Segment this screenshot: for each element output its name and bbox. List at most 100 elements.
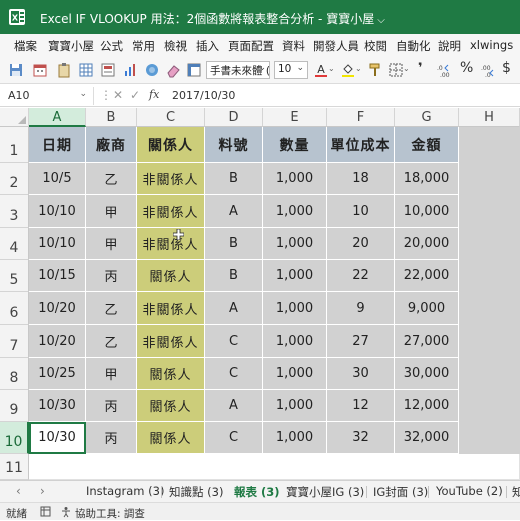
borders-icon[interactable] xyxy=(388,62,404,78)
cell-amount[interactable]: 20,000 xyxy=(395,228,459,260)
header-cell-vendor[interactable]: 廠商 xyxy=(86,127,137,163)
cell-vendor[interactable]: 甲 xyxy=(86,195,137,228)
format-cells-icon[interactable] xyxy=(100,62,116,78)
sheet-tab-ig-cover[interactable]: IG封面 (3) xyxy=(373,484,428,500)
fill-color-icon[interactable] xyxy=(340,62,356,78)
row-header-3[interactable]: 3 xyxy=(0,195,29,228)
cell-quantity[interactable]: 1,000 xyxy=(263,325,327,358)
header-cell-amount[interactable]: 金額 xyxy=(395,127,459,163)
cell-vendor[interactable]: 丙 xyxy=(86,390,137,422)
cancel-icon[interactable]: ✕ xyxy=(113,88,123,102)
cell-part-no[interactable]: B xyxy=(205,260,263,292)
next-sheet-icon[interactable]: › xyxy=(40,484,45,498)
sheet-tab-babyhouse-ig[interactable]: 寶寶小屋IG (3) xyxy=(286,484,364,500)
cell-quantity[interactable]: 1,000 xyxy=(263,422,327,454)
header-cell-related-party[interactable]: 關係人 xyxy=(137,127,205,163)
header-cell-part-no[interactable]: 料號 xyxy=(205,127,263,163)
table-icon[interactable] xyxy=(78,62,94,78)
cell-amount[interactable]: 18,000 xyxy=(395,163,459,195)
row-header-4[interactable]: 4 xyxy=(0,228,29,260)
cell-unit-cost[interactable]: 10 xyxy=(327,195,395,228)
increase-decimal-icon[interactable]: .0.00 xyxy=(436,62,452,78)
cell-part-no[interactable]: C xyxy=(205,358,263,390)
header-cell-unit-cost[interactable]: 單位成本 xyxy=(327,127,395,163)
cell-vendor[interactable]: 乙 xyxy=(86,325,137,358)
clipboard-icon[interactable] xyxy=(56,62,72,78)
cell-vendor[interactable]: 乙 xyxy=(86,163,137,195)
cell-vendor[interactable]: 乙 xyxy=(86,292,137,325)
cell-quantity[interactable]: 1,000 xyxy=(263,163,327,195)
cell-part-no[interactable]: A xyxy=(205,195,263,228)
percent-icon[interactable]: % xyxy=(460,60,473,76)
borders-dropdown-icon[interactable]: ⌄ xyxy=(403,64,410,73)
save-icon[interactable] xyxy=(8,62,24,78)
insert-function-button[interactable]: fx xyxy=(149,88,159,101)
column-header-d[interactable]: D xyxy=(205,108,263,127)
cell-related-party[interactable]: 關係人 xyxy=(137,422,205,454)
cell-amount[interactable]: 32,000 xyxy=(395,422,459,454)
column-h-fill[interactable] xyxy=(459,127,520,454)
cell-date[interactable]: 10/30 xyxy=(29,422,86,454)
comma-style-icon[interactable]: ❜ xyxy=(418,61,423,76)
cell-related-party[interactable]: 非關係人 xyxy=(137,292,205,325)
menu-automate[interactable]: 自動化 xyxy=(396,38,431,54)
cell-date[interactable]: 10/20 xyxy=(29,292,86,325)
cell-related-party[interactable]: 關係人 xyxy=(137,358,205,390)
cell-vendor[interactable]: 甲 xyxy=(86,228,137,260)
column-header-c[interactable]: C xyxy=(137,108,205,127)
menu-home[interactable]: 常用 xyxy=(132,38,155,54)
font-color-dropdown-icon[interactable]: ⌄ xyxy=(328,64,335,73)
cell-vendor[interactable]: 丙 xyxy=(86,260,137,292)
cell-part-no[interactable]: C xyxy=(205,422,263,454)
cell-quantity[interactable]: 1,000 xyxy=(263,292,327,325)
row-header-8[interactable]: 8 xyxy=(0,358,29,390)
cell-unit-cost[interactable]: 30 xyxy=(327,358,395,390)
accessibility-status[interactable]: 協助工具: 調查 xyxy=(75,506,145,521)
cell-unit-cost[interactable]: 32 xyxy=(327,422,395,454)
cell-date[interactable]: 10/10 xyxy=(29,195,86,228)
prev-sheet-icon[interactable]: ‹ xyxy=(16,484,21,498)
menu-babyhouse[interactable]: 寶寶小屋 xyxy=(48,38,94,54)
name-box[interactable]: A10 ⌄ xyxy=(4,87,94,105)
cell-amount[interactable]: 12,000 xyxy=(395,390,459,422)
sheet-tab-overflow[interactable]: 知 xyxy=(512,484,520,500)
cell-unit-cost[interactable]: 20 xyxy=(327,228,395,260)
chevron-down-icon[interactable]: ⌵ xyxy=(377,15,385,26)
menu-view[interactable]: 檢視 xyxy=(164,38,187,54)
menu-data[interactable]: 資料 xyxy=(282,38,305,54)
cell-quantity[interactable]: 1,000 xyxy=(263,228,327,260)
pivot-icon[interactable] xyxy=(186,62,202,78)
menu-help[interactable]: 說明 xyxy=(438,38,461,54)
cell-unit-cost[interactable]: 9 xyxy=(327,292,395,325)
cell-amount[interactable]: 22,000 xyxy=(395,260,459,292)
cell-quantity[interactable]: 1,000 xyxy=(263,390,327,422)
row-header-6[interactable]: 6 xyxy=(0,292,29,325)
menu-developer[interactable]: 開發人員 xyxy=(313,38,359,54)
row-header-9[interactable]: 9 xyxy=(0,390,29,422)
column-header-h[interactable]: H xyxy=(459,108,520,127)
cell-related-party[interactable]: 非關係人 xyxy=(137,228,205,260)
shape-circle-icon[interactable] xyxy=(144,62,160,78)
fill-color-dropdown-icon[interactable]: ⌄ xyxy=(355,64,362,73)
empty-row-11[interactable] xyxy=(29,454,520,480)
cell-part-no[interactable]: A xyxy=(205,292,263,325)
cell-unit-cost[interactable]: 12 xyxy=(327,390,395,422)
sheet-tab-instagram[interactable]: Instagram (3) xyxy=(86,484,164,498)
cell-quantity[interactable]: 1,000 xyxy=(263,260,327,292)
cell-date[interactable]: 10/20 xyxy=(29,325,86,358)
row-header-5[interactable]: 5 xyxy=(0,260,29,292)
menu-review[interactable]: 校閱 xyxy=(364,38,387,54)
column-header-a[interactable]: A xyxy=(29,108,86,127)
cell-related-party[interactable]: 非關係人 xyxy=(137,325,205,358)
row-header-7[interactable]: 7 xyxy=(0,325,29,358)
row-header-2[interactable]: 2 xyxy=(0,163,29,195)
cell-date[interactable]: 10/15 xyxy=(29,260,86,292)
cell-unit-cost[interactable]: 27 xyxy=(327,325,395,358)
column-header-b[interactable]: B xyxy=(86,108,137,127)
font-color-icon[interactable]: A xyxy=(313,62,329,78)
sheet-tab-report[interactable]: 報表 (3) xyxy=(232,484,282,504)
cell-amount[interactable]: 30,000 xyxy=(395,358,459,390)
cell-date[interactable]: 10/30 xyxy=(29,390,86,422)
cell-amount[interactable]: 10,000 xyxy=(395,195,459,228)
font-size-select[interactable]: 10 ⌄ xyxy=(274,61,308,79)
